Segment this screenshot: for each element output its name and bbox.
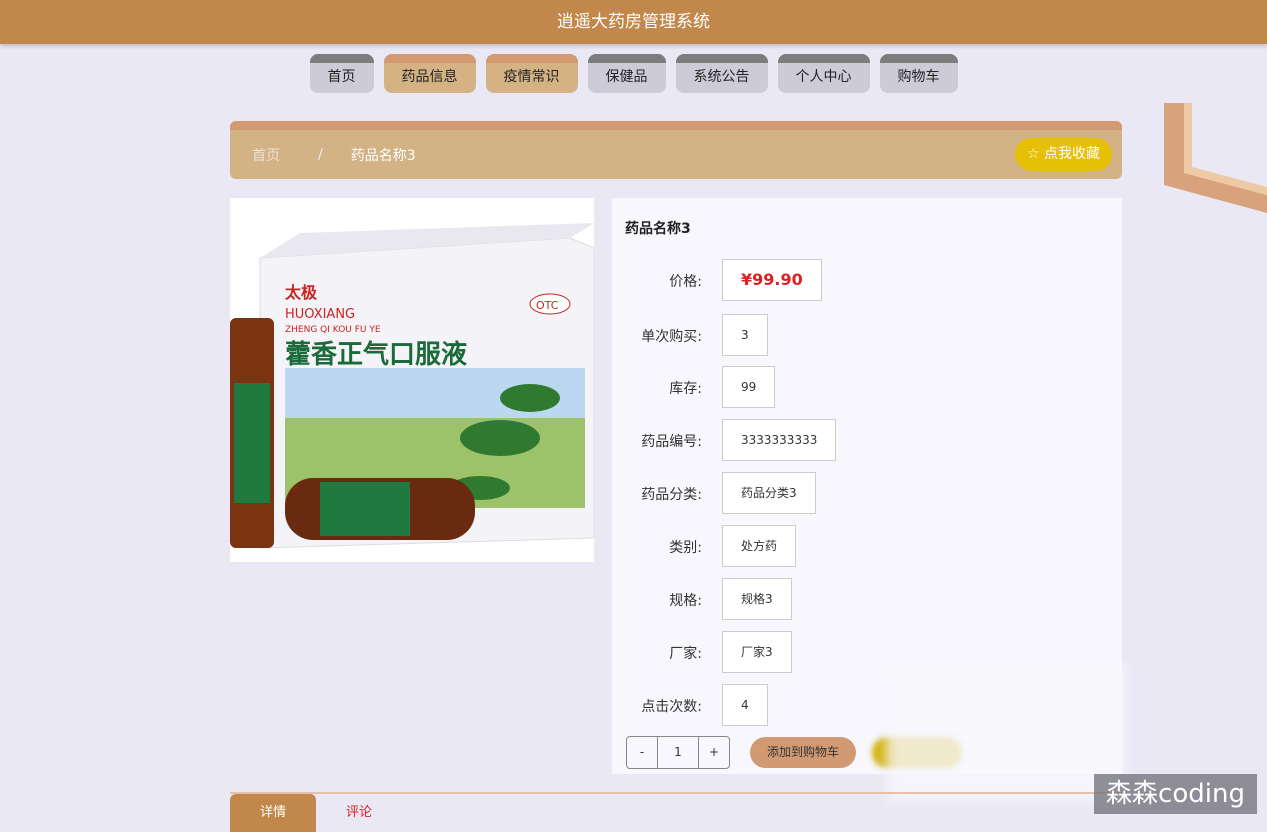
- watermark: 森森coding: [1094, 774, 1257, 814]
- field-code: 药品编号: 3333333333: [612, 419, 1122, 461]
- quantity-stepper: - 1 +: [626, 736, 730, 769]
- main-nav: 首页 药品信息 疫情常识 保健品 系统公告 个人中心 购物车: [0, 54, 1267, 93]
- image-brand: 太极: [284, 283, 318, 302]
- nav-personal-center[interactable]: 个人中心: [777, 54, 870, 93]
- favorite-button[interactable]: ☆ 点我收藏: [1014, 138, 1112, 171]
- increment-button[interactable]: +: [699, 737, 729, 768]
- field-per-purchase: 单次购买: 3: [612, 314, 1122, 356]
- blurred-overlay: [886, 662, 1126, 802]
- product-title: 药品名称3: [625, 221, 691, 237]
- breadcrumb: 首页 / 药品名称3 ☆ 点我收藏: [230, 121, 1122, 179]
- decrement-button[interactable]: -: [627, 737, 657, 768]
- svg-text:HUOXIANG: HUOXIANG: [285, 307, 355, 322]
- quantity-input[interactable]: 1: [657, 737, 699, 768]
- nav-cart[interactable]: 购物车: [879, 54, 958, 93]
- field-stock: 库存: 99: [612, 366, 1122, 408]
- breadcrumb-separator: /: [318, 146, 323, 163]
- nav-health-products[interactable]: 保健品: [587, 54, 666, 93]
- price-value: ¥99.90: [722, 259, 822, 301]
- breadcrumb-current: 药品名称3: [350, 147, 416, 164]
- breadcrumb-home[interactable]: 首页: [252, 145, 280, 165]
- tab-comments[interactable]: 评论: [316, 794, 402, 832]
- field-type: 类别: 处方药: [612, 525, 1122, 567]
- nav-epidemic-knowledge[interactable]: 疫情常识: [485, 54, 578, 93]
- nav-medicine-info[interactable]: 药品信息: [383, 54, 476, 93]
- field-category: 药品分类: 药品分类3: [612, 472, 1122, 514]
- product-image: 太极 HUOXIANG ZHENG QI KOU FU YE 藿香正气口服液 O…: [230, 198, 594, 562]
- nav-announcements[interactable]: 系统公告: [675, 54, 768, 93]
- detail-tabs: 详情 评论: [230, 792, 1122, 832]
- svg-text:藿香正气口服液: 藿香正气口服液: [285, 339, 467, 370]
- app-title: 逍遥大药房管理系统: [557, 12, 710, 32]
- tab-details[interactable]: 详情: [230, 794, 316, 832]
- field-spec: 规格: 规格3: [612, 578, 1122, 620]
- add-to-cart-button[interactable]: 添加到购物车: [750, 737, 857, 768]
- app-header: 逍遥大药房管理系统: [0, 0, 1267, 44]
- svg-text:OTC: OTC: [536, 299, 559, 312]
- field-price: 价格: ¥99.90: [612, 259, 1122, 301]
- nav-home[interactable]: 首页: [309, 54, 374, 93]
- decorative-frame: [1164, 103, 1267, 213]
- svg-text:ZHENG QI KOU FU YE: ZHENG QI KOU FU YE: [285, 325, 381, 335]
